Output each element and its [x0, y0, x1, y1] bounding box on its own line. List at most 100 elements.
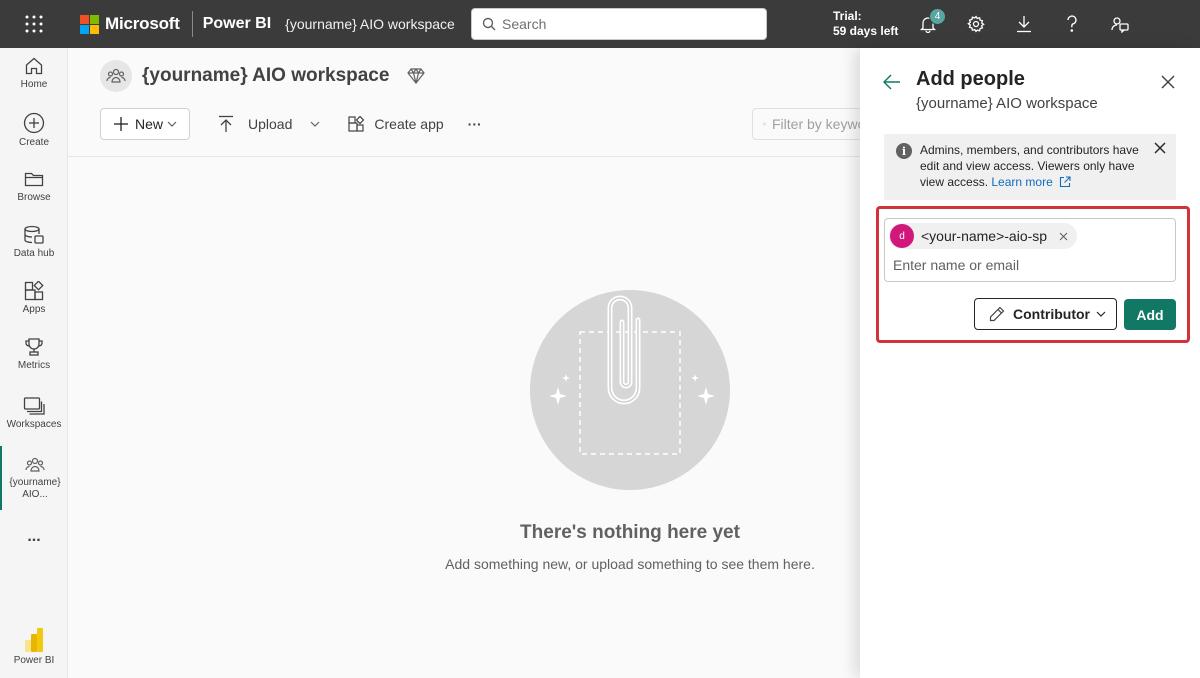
filter-input[interactable]: [772, 116, 862, 132]
more-icon: ...: [27, 528, 41, 545]
upload-button[interactable]: Upload: [218, 115, 320, 133]
plus-circle-icon: [23, 112, 45, 134]
waffle-icon: [25, 15, 43, 33]
breadcrumb-workspace[interactable]: {yourname} AIO workspace: [285, 16, 455, 32]
nav-label: Metrics: [17, 360, 51, 371]
nav-label: {yourname}: [9, 476, 61, 488]
brand-name: Microsoft: [105, 14, 180, 33]
nav-label: Home: [20, 79, 48, 90]
create-app-label: Create app: [374, 116, 444, 132]
app-launcher-button[interactable]: [0, 0, 68, 48]
learn-more-link[interactable]: Learn more: [991, 175, 1071, 189]
nav-item-data-hub[interactable]: Data hub: [0, 225, 68, 260]
name-or-email-input[interactable]: [893, 257, 1163, 273]
divider: [68, 156, 860, 157]
chevron-down-icon: [1096, 311, 1106, 317]
database-icon: [24, 225, 44, 244]
nav-item-current-workspace[interactable]: {yourname} AIO...: [0, 446, 68, 510]
avatar: d: [890, 224, 914, 248]
new-button[interactable]: New: [100, 108, 191, 140]
more-icon: ···: [467, 116, 482, 132]
back-button[interactable]: [880, 70, 904, 94]
settings-button[interactable]: [954, 0, 998, 48]
search-icon: [763, 122, 766, 126]
power-bi-logo-icon: [25, 628, 43, 652]
upload-label: Upload: [248, 116, 293, 132]
info-icon: i: [896, 143, 912, 159]
nav-label: Data hub: [13, 248, 55, 259]
apps-icon: [348, 116, 365, 132]
workspace-avatar: [100, 60, 132, 92]
learn-more-label: Learn more: [991, 175, 1053, 189]
info-banner: i Admins, members, and contributors have…: [884, 134, 1176, 200]
help-icon: [1067, 15, 1077, 32]
download-button[interactable]: [1002, 0, 1046, 48]
role-dropdown[interactable]: Contributor: [974, 298, 1117, 330]
search-input[interactable]: [502, 16, 742, 32]
feedback-button[interactable]: [1098, 0, 1142, 48]
help-button[interactable]: [1050, 0, 1094, 48]
search-box[interactable]: [471, 8, 767, 40]
workspace-people-icon: [106, 68, 126, 83]
nav-label-line2: AIO...: [22, 488, 48, 500]
nav-label: Apps: [22, 304, 46, 315]
person-name: <your-name>-aio-sp: [921, 228, 1048, 244]
folder-icon: [24, 172, 44, 187]
trial-status[interactable]: Trial: 59 days left: [833, 9, 898, 39]
chevron-down-icon: [310, 121, 320, 127]
search-icon: [482, 17, 496, 31]
external-link-icon: [1060, 176, 1071, 188]
nav-item-home[interactable]: Home: [0, 56, 68, 91]
chevron-down-icon: [167, 121, 177, 127]
close-button[interactable]: [1156, 70, 1180, 94]
add-people-panel: Add people {yourname} AIO workspace i Ad…: [860, 48, 1200, 678]
nav-label: Browse: [17, 192, 51, 203]
home-icon: [25, 57, 43, 75]
nav-power-bi-home[interactable]: Power BI: [0, 628, 68, 667]
page-title: {yourname} AIO workspace: [142, 65, 390, 86]
panel-subtitle: {yourname} AIO workspace: [916, 95, 1098, 112]
gear-icon: [967, 15, 985, 33]
premium-diamond-icon[interactable]: [407, 68, 426, 84]
new-label: New: [135, 116, 164, 132]
workspace-people-icon: [25, 457, 45, 472]
microsoft-logo[interactable]: Microsoft: [80, 14, 180, 34]
pencil-icon: [989, 306, 1005, 322]
paperclip-illustration-icon: [549, 295, 715, 455]
info-dismiss-button[interactable]: [1152, 140, 1168, 156]
nav-item-workspaces[interactable]: Workspaces: [0, 396, 68, 431]
people-picker[interactable]: d <your-name>-aio-sp: [884, 218, 1176, 282]
nav-label: Power BI: [13, 655, 55, 666]
empty-state-illustration: [530, 290, 730, 490]
trial-label: Trial:: [833, 9, 862, 23]
add-button[interactable]: Add: [1124, 299, 1176, 330]
download-icon: [1017, 16, 1031, 33]
apps-icon: [24, 281, 44, 301]
share-feedback-icon: [1111, 17, 1129, 33]
nav-more-button[interactable]: ...: [0, 528, 68, 546]
create-app-button[interactable]: Create app: [348, 116, 444, 132]
selected-person-chip[interactable]: d <your-name>-aio-sp: [889, 223, 1078, 249]
remove-person-button[interactable]: [1057, 230, 1069, 242]
toolbar: New Upload Create app ···: [100, 108, 860, 140]
workspaces-icon: [23, 397, 45, 415]
info-message: Admins, members, and contributors have e…: [920, 142, 1144, 190]
trophy-icon: [25, 338, 43, 356]
more-options-button[interactable]: ···: [468, 116, 482, 132]
nav-item-metrics[interactable]: Metrics: [0, 337, 68, 372]
arrow-left-icon: [883, 74, 900, 90]
left-nav: Home Create Browse Data hub Apps Metrics: [0, 48, 68, 678]
nav-item-create[interactable]: Create: [0, 112, 68, 149]
close-icon: [1059, 232, 1067, 240]
nav-item-browse[interactable]: Browse: [0, 169, 68, 204]
close-icon: [1154, 142, 1166, 154]
notifications-button[interactable]: 4: [906, 0, 950, 48]
product-name[interactable]: Power BI: [203, 15, 271, 33]
nav-label: Create: [18, 137, 49, 148]
role-label: Contributor: [1013, 306, 1090, 322]
top-bar: Microsoft Power BI {yourname} AIO worksp…: [0, 0, 1200, 48]
notification-badge: 4: [929, 8, 946, 25]
upload-icon: [219, 115, 234, 132]
filter-box[interactable]: [752, 108, 862, 140]
nav-item-apps[interactable]: Apps: [0, 281, 68, 316]
